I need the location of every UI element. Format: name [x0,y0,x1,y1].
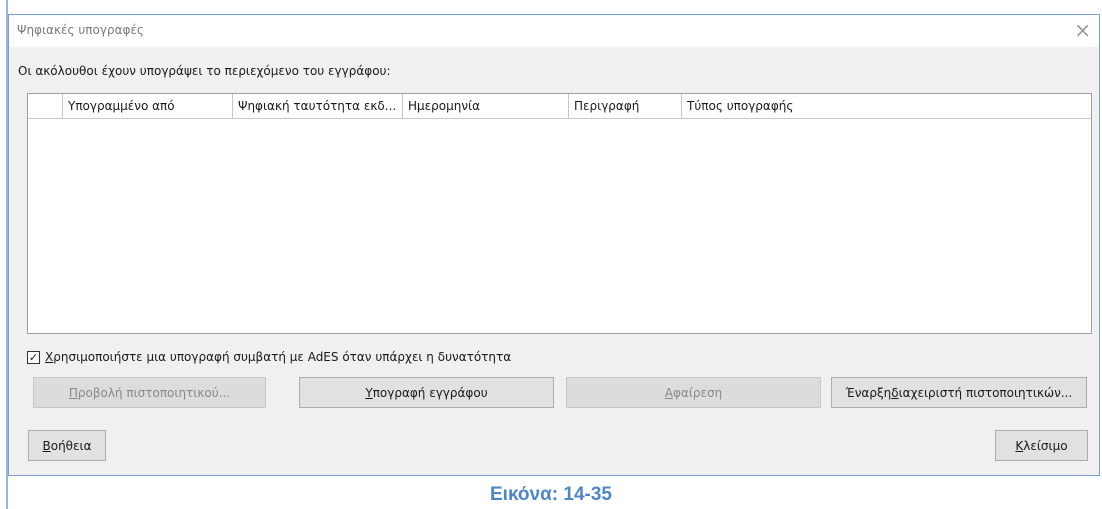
start-certificate-manager-button[interactable]: Έναρξη δ ιαχειριστή πιστοποιητικών... [831,377,1087,408]
ades-checkbox-label: Χρησιμοποιήστε μια υπογραφή συμβατή με A… [45,350,512,364]
title-bar: Ψηφιακές υπογραφές × [9,15,1099,47]
close-icon[interactable]: × [1074,19,1091,41]
table-header: Υπογραμμένο από Ψηφιακή ταυτότητα εκδ...… [28,94,1091,119]
column-header-description[interactable]: Περιγραφή [568,94,681,118]
help-button[interactable]: Βοήθεια [28,430,106,461]
digital-signatures-dialog: Ψηφιακές υπογραφές × Οι ακόλουθοι έχουν … [8,14,1100,476]
signatures-table[interactable]: Υπογραμμένο από Ψηφιακή ταυτότητα εκδ...… [27,93,1092,334]
dialog-title: Ψηφιακές υπογραφές [17,23,144,37]
remove-button[interactable]: Αφαίρεση [566,377,821,408]
view-certificate-button[interactable]: Προβολή πιστοποιητικού... [33,377,266,408]
column-header-signed-by[interactable]: Υπογραμμένο από [62,94,232,118]
column-header-signature-type[interactable]: Τύπος υπογραφής [681,94,1091,118]
column-header-issuer[interactable]: Ψηφιακή ταυτότητα εκδ... [232,94,402,118]
close-button[interactable]: Κλείσιμο [995,430,1088,461]
column-header-date[interactable]: Ημερομηνία [402,94,568,118]
signers-intro-label: Οι ακόλουθοι έχουν υπογράψει το περιεχόμ… [18,64,391,78]
column-header-status[interactable] [28,94,62,118]
ades-checkbox[interactable]: ✓ [27,350,40,364]
checkmark-icon: ✓ [28,350,39,364]
figure-caption: Εικόνα: 14-35 [490,484,612,505]
ades-checkbox-row[interactable]: ✓ Χρησιμοποιήστε μια υπογραφή συμβατή με… [27,348,511,366]
sign-document-button[interactable]: Υπογραφή εγγράφου [299,377,554,408]
